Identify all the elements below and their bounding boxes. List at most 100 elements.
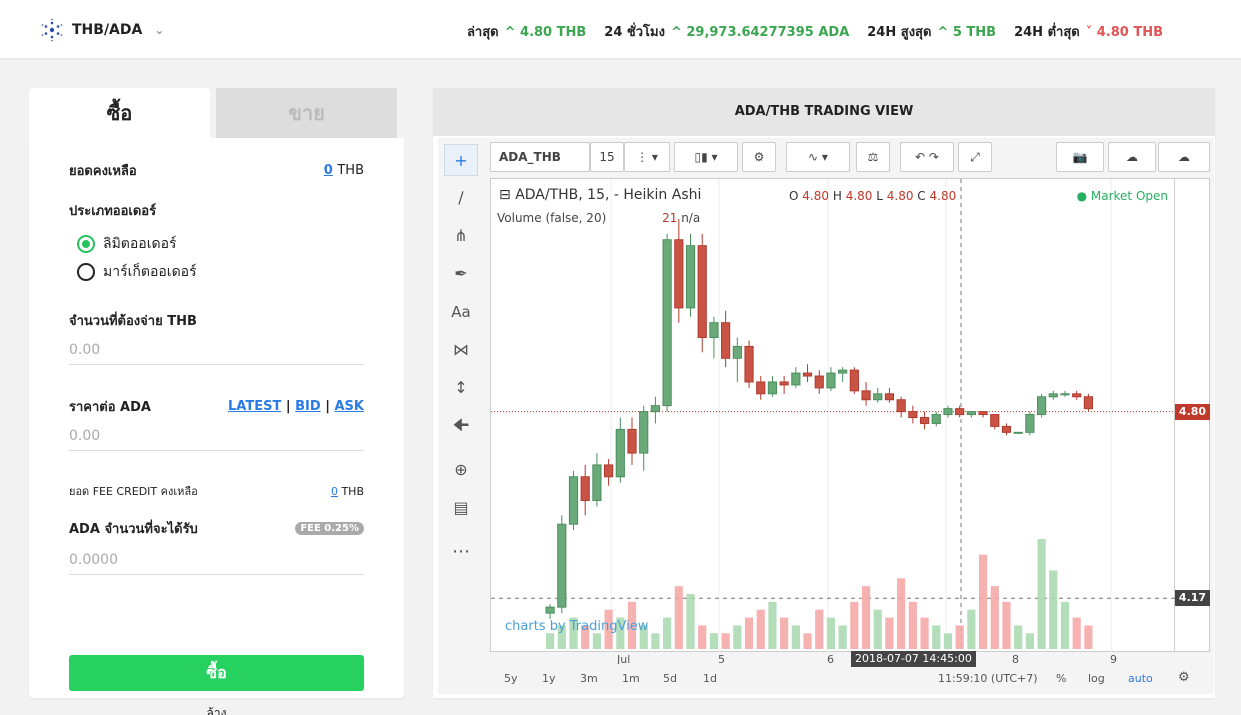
price-label-cursor: 4.17 bbox=[1175, 590, 1210, 607]
volume-bar bbox=[721, 633, 730, 649]
chevron-down-icon: ⌄ bbox=[154, 23, 165, 37]
candle-body bbox=[861, 390, 871, 401]
volume-bar bbox=[908, 601, 917, 649]
text-tool-icon[interactable]: Aa bbox=[444, 296, 478, 328]
brush-icon[interactable]: ✒ bbox=[444, 258, 478, 290]
time-tick-label: Jul bbox=[616, 653, 630, 664]
volume-bar bbox=[1002, 601, 1011, 649]
undo-redo-icon[interactable]: ↶ ↷ bbox=[900, 142, 954, 172]
fee-unit: THB bbox=[341, 484, 364, 498]
candle-body bbox=[767, 381, 778, 395]
gear-icon[interactable]: ⚙ bbox=[742, 142, 776, 172]
radio-limit-order[interactable]: ลิมิตออเดอร์ bbox=[77, 233, 177, 255]
candle-body bbox=[849, 369, 859, 392]
tab-buy[interactable]: ซื้อ bbox=[29, 88, 210, 138]
range-3m[interactable]: 3m bbox=[580, 672, 598, 685]
bid-link[interactable]: BID bbox=[295, 399, 321, 414]
chart-toolbar: ADA_THB 15 ⋮ ▾ ▯▮ ▾ ⚙ ∿ ▾ ⚖ ↶ ↷ ⤢ 📷 ☁ ☁ bbox=[490, 142, 1210, 174]
balance-unit: THB bbox=[337, 163, 364, 178]
chart-panel-title: ADA/THB TRADING VIEW bbox=[433, 88, 1215, 136]
volume-bar bbox=[943, 633, 953, 649]
chart-canvas[interactable]: ⊟ ADA/THB, 15, - Heikin Ashi O 4.80 H 4.… bbox=[490, 178, 1176, 653]
range-1y[interactable]: 1y bbox=[542, 672, 556, 685]
candle-body bbox=[873, 393, 883, 401]
volume-bar bbox=[780, 617, 789, 649]
volume-bar bbox=[1014, 625, 1023, 649]
fee-badge: FEE 0.25% bbox=[295, 522, 364, 535]
interval-selector[interactable]: 15 bbox=[590, 142, 624, 172]
candle-body bbox=[592, 464, 602, 501]
cloud-download-icon[interactable]: ☁ bbox=[1108, 142, 1156, 172]
fullscreen-icon[interactable]: ⤢ bbox=[958, 142, 992, 172]
crosshair-icon[interactable]: + bbox=[444, 144, 478, 176]
candle-body bbox=[779, 381, 789, 386]
range-5d[interactable]: 5d bbox=[663, 672, 677, 685]
volume-bar bbox=[920, 617, 929, 649]
candle-body bbox=[826, 372, 836, 389]
price-axis[interactable]: 4.80 4.17 bbox=[1175, 178, 1210, 652]
fee-value[interactable]: 0 bbox=[331, 485, 338, 498]
chart-panel: ADA/THB TRADING VIEW + ∕ ⋔ ✒ Aa ⋈ ↕ 🠈 ⊕ … bbox=[433, 88, 1215, 698]
candle-body bbox=[838, 369, 848, 374]
pair-selector[interactable]: THB/ADA ⌄ bbox=[40, 18, 164, 42]
zoom-in-icon[interactable]: ⊕ bbox=[444, 454, 478, 486]
volume-bar bbox=[791, 625, 800, 649]
volume-legend: Volume (false, 20) 21 n/a bbox=[497, 211, 701, 225]
interval-dropdown-icon[interactable]: ⋮ ▾ bbox=[624, 142, 670, 172]
volume-bar bbox=[744, 617, 754, 649]
stat-24h-low: 24H ต่ำสุด ˅ 4.80 THB bbox=[1014, 25, 1163, 40]
candle-body bbox=[943, 408, 953, 416]
compare-icon[interactable]: ⚖ bbox=[856, 142, 890, 172]
settings-gear-icon[interactable]: ⚙ bbox=[1178, 670, 1190, 685]
ruler-icon[interactable]: ▤ bbox=[444, 492, 478, 524]
trend-line-icon[interactable]: ∕ bbox=[444, 182, 478, 214]
fee-row: ยอด FEE CREDIT คงเหลือ 0 THB bbox=[69, 482, 364, 500]
symbol-input[interactable]: ADA_THB bbox=[490, 142, 590, 172]
candle-body bbox=[615, 428, 625, 478]
range-5y[interactable]: 5y bbox=[504, 672, 518, 685]
receive-input[interactable]: 0.0000 bbox=[69, 545, 364, 575]
volume-bar bbox=[1060, 601, 1070, 649]
camera-icon[interactable]: 📷 bbox=[1056, 142, 1104, 172]
radio-market-order[interactable]: มาร์เก็ตออเดอร์ bbox=[77, 261, 197, 283]
candle-body bbox=[627, 428, 637, 454]
indicators-icon[interactable]: ∿ ▾ bbox=[786, 142, 850, 172]
arrow-left-icon[interactable]: 🠈 bbox=[444, 410, 478, 442]
measure-icon[interactable]: ↕ bbox=[444, 372, 478, 404]
cloud-upload-icon[interactable]: ☁ bbox=[1158, 142, 1210, 172]
scale-auto[interactable]: auto bbox=[1128, 672, 1153, 685]
tradingview-watermark[interactable]: charts by TradingView bbox=[505, 619, 648, 634]
latest-link[interactable]: LATEST bbox=[228, 399, 281, 414]
pay-input[interactable]: 0.00 bbox=[69, 335, 364, 365]
pattern-icon[interactable]: ⋈ bbox=[444, 334, 478, 366]
clear-button[interactable]: ล้าง bbox=[29, 704, 404, 715]
candle-body bbox=[990, 414, 1000, 427]
volume-bar bbox=[651, 633, 660, 649]
scale-percent[interactable]: % bbox=[1056, 672, 1066, 685]
candle-body bbox=[709, 322, 719, 339]
ask-link[interactable]: ASK bbox=[335, 399, 365, 414]
candle-body bbox=[732, 345, 742, 359]
balance-label: ยอดคงเหลือ bbox=[69, 164, 137, 179]
candle-body bbox=[1048, 393, 1058, 398]
volume-bar bbox=[1084, 625, 1093, 649]
time-tick-label: 5 bbox=[718, 653, 725, 664]
more-icon[interactable]: ⋯ bbox=[444, 536, 478, 568]
balance-value[interactable]: 0 bbox=[324, 163, 333, 178]
buy-button[interactable]: ซื้อ bbox=[69, 655, 364, 691]
volume-bar bbox=[686, 594, 695, 649]
price-row: ราคาต่อ ADA LATEST | BID | ASK bbox=[69, 396, 364, 417]
candle-body bbox=[568, 476, 579, 525]
range-1m[interactable]: 1m bbox=[622, 672, 640, 685]
scale-log[interactable]: log bbox=[1088, 672, 1105, 685]
candle-body bbox=[791, 372, 801, 386]
order-panel: ซื้อ ขาย ยอดคงเหลือ 0 THB ประเภทออเดอร์ … bbox=[29, 88, 404, 715]
pitchfork-icon[interactable]: ⋔ bbox=[444, 220, 478, 252]
price-input[interactable]: 0.00 bbox=[69, 421, 364, 451]
stat-24h-high: 24H สูงสุด ^ 5 THB bbox=[867, 25, 997, 40]
range-1d[interactable]: 1d bbox=[703, 672, 717, 685]
candle-type-icon[interactable]: ▯▮ ▾ bbox=[674, 142, 738, 172]
candle-body bbox=[650, 405, 661, 413]
tab-sell[interactable]: ขาย bbox=[216, 88, 397, 138]
cardano-logo-icon bbox=[41, 18, 63, 42]
